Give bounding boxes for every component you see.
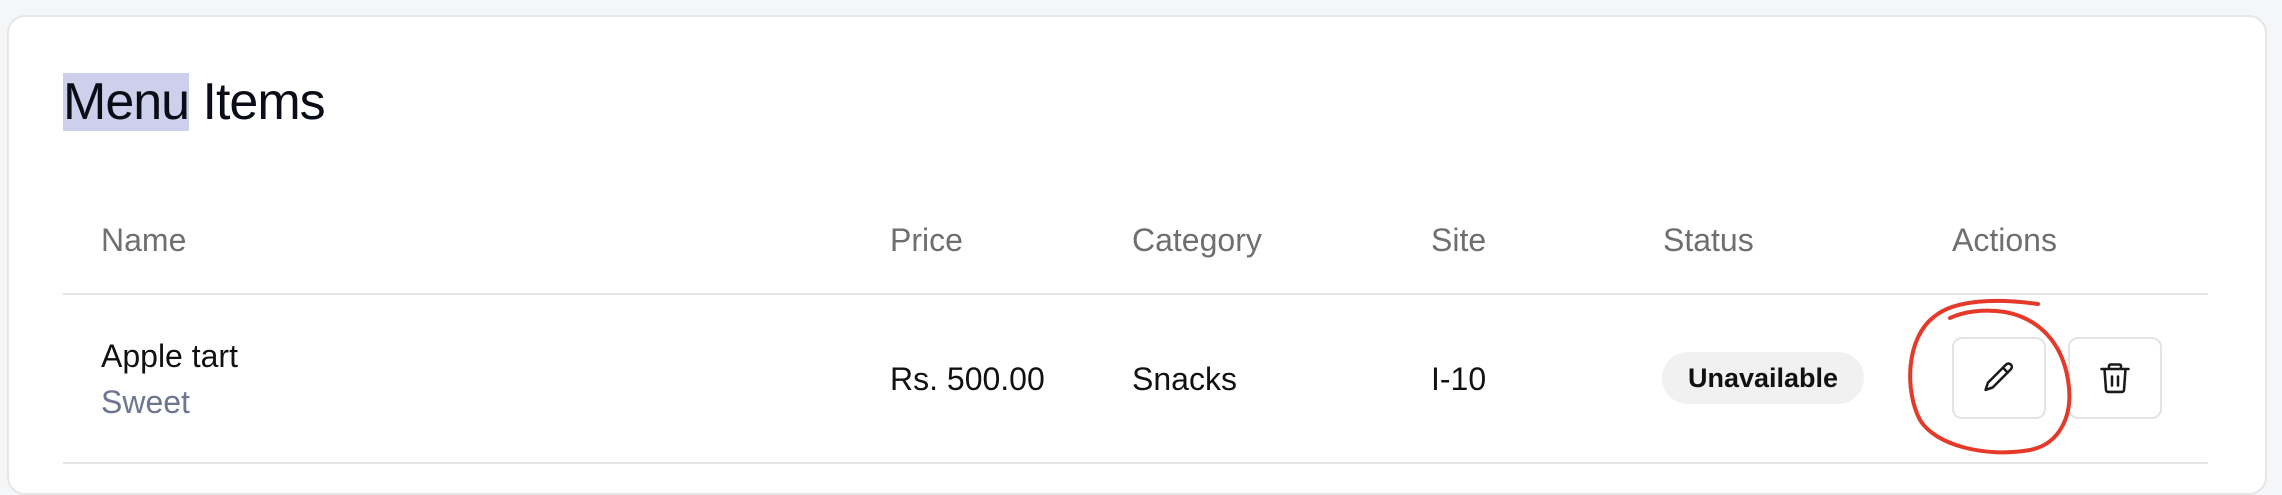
page-title: Menu Items xyxy=(63,73,326,131)
header-divider xyxy=(63,293,2208,295)
title-rest: Items xyxy=(189,73,326,131)
column-header-category[interactable]: Category xyxy=(1132,220,1262,260)
row-divider xyxy=(63,462,2208,464)
column-header-site[interactable]: Site xyxy=(1431,220,1486,260)
status-badge: Unavailable xyxy=(1662,352,1865,404)
edit-button[interactable] xyxy=(1952,337,2046,419)
delete-button[interactable] xyxy=(2068,337,2162,419)
item-subtitle: Sweet xyxy=(101,384,190,420)
item-price: Rs. 500.00 xyxy=(890,361,1045,397)
column-header-status[interactable]: Status xyxy=(1663,220,1754,260)
column-header-price[interactable]: Price xyxy=(890,220,963,260)
column-header-actions: Actions xyxy=(1952,222,2057,258)
column-header-name[interactable]: Name xyxy=(101,220,186,260)
title-highlight: Menu xyxy=(63,73,190,131)
pencil-icon xyxy=(1984,362,2014,392)
trash-icon xyxy=(2100,363,2130,394)
item-site: I-10 xyxy=(1431,361,1487,397)
item-category: Snacks xyxy=(1132,361,1237,397)
item-name: Apple tart xyxy=(101,338,238,374)
